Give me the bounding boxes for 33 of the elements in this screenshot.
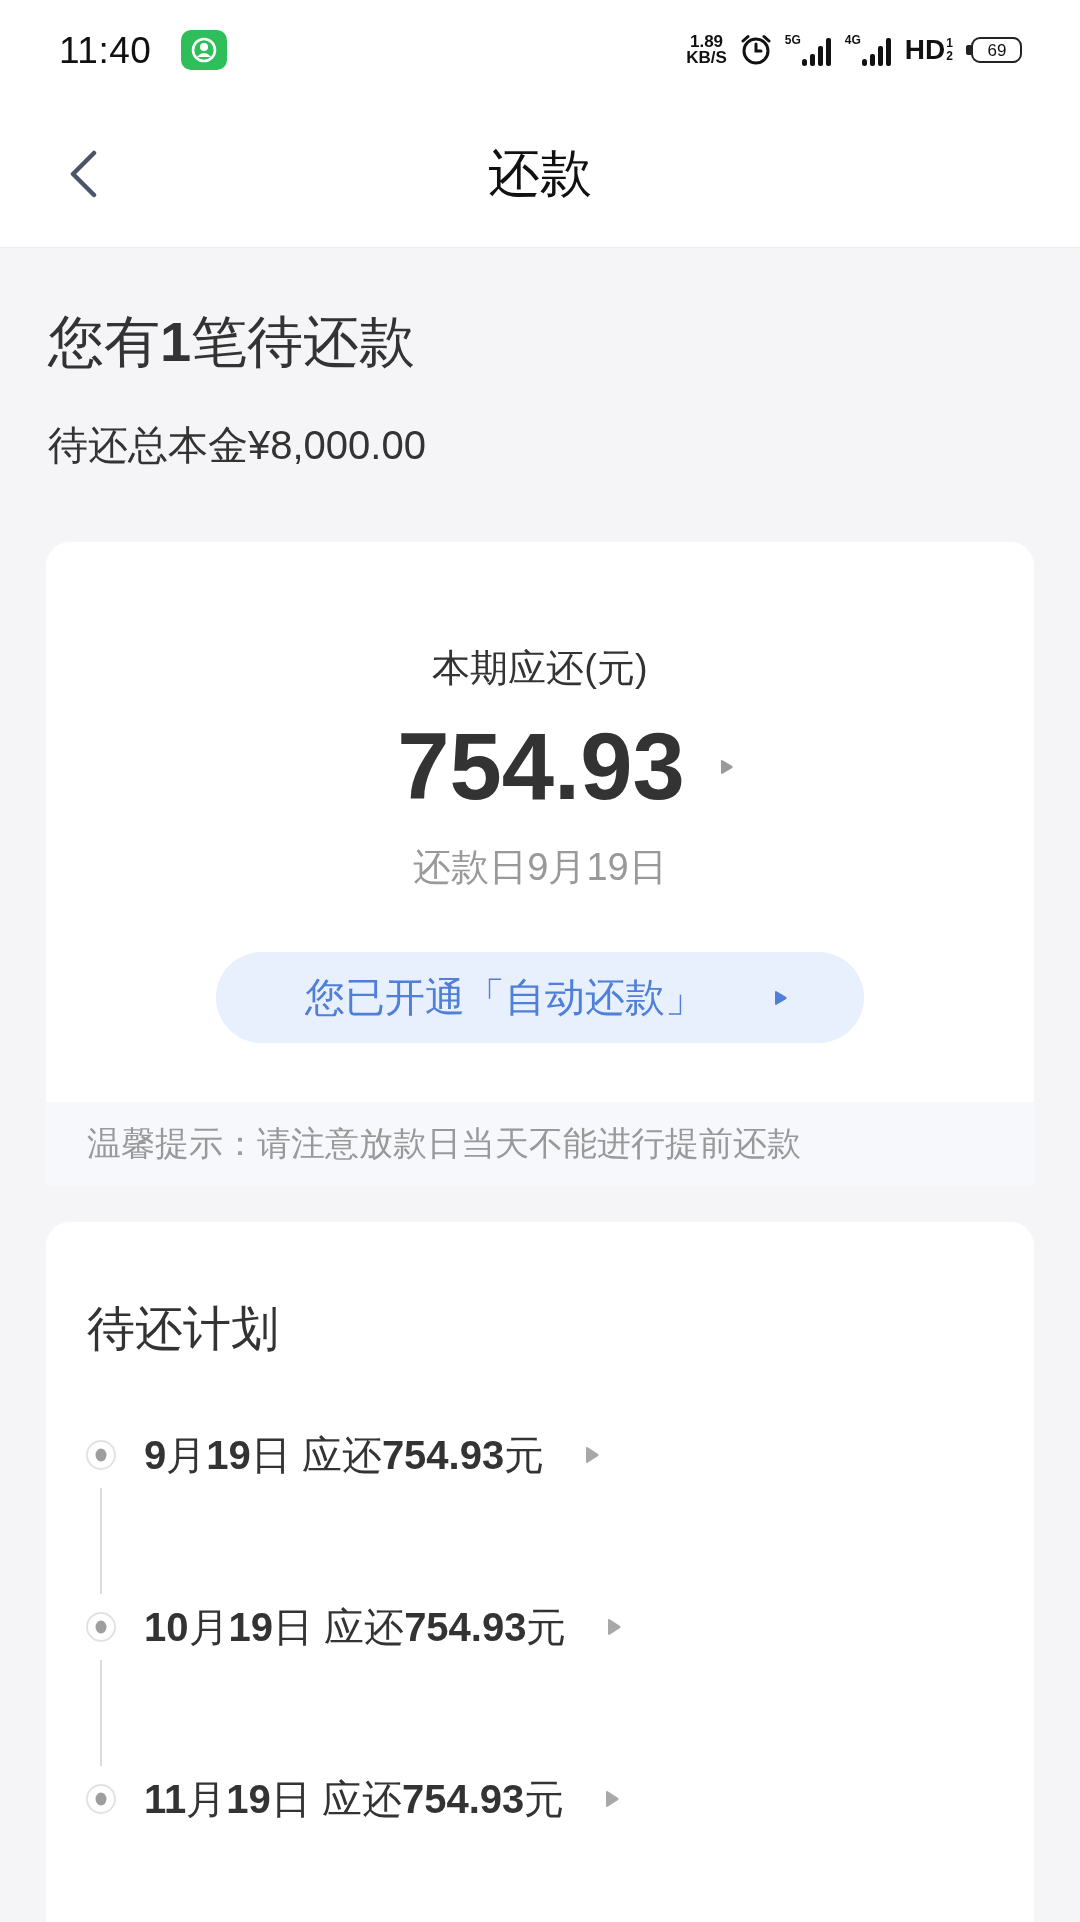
play-triangle-icon bbox=[585, 1446, 599, 1464]
alarm-clock-icon bbox=[739, 34, 772, 66]
timeline-dot-icon bbox=[86, 1440, 116, 1470]
tip-notice: 温馨提示：请注意放款日当天不能进行提前还款 bbox=[46, 1102, 1034, 1186]
timeline-dot-icon bbox=[86, 1784, 116, 1814]
total-principal-text: 待还总本金¥8,000.00 bbox=[48, 422, 427, 469]
bill-amount-label: 本期应还(元) bbox=[432, 646, 648, 691]
hd-voice-label: HD bbox=[904, 36, 946, 64]
bill-amount[interactable]: 754.93 bbox=[397, 715, 685, 819]
sim-slot-number: 1 bbox=[946, 37, 953, 50]
network-speed-value: 1.89 bbox=[689, 34, 724, 50]
play-triangle-icon bbox=[720, 759, 733, 775]
signal-bars-icon bbox=[861, 38, 892, 66]
timeline-dot-icon bbox=[86, 1612, 116, 1642]
pending-count-heading: 您有1笔待还款 bbox=[48, 309, 417, 375]
installment-detail-button[interactable] bbox=[584, 1444, 601, 1466]
due-date-text: 还款日9月19日 bbox=[413, 845, 667, 890]
play-triangle-icon bbox=[607, 1618, 621, 1636]
network-type-label: 4G bbox=[844, 34, 861, 46]
play-triangle-icon bbox=[775, 989, 787, 1006]
play-triangle-icon bbox=[605, 1790, 619, 1808]
person-app-icon bbox=[181, 30, 228, 70]
battery-indicator: 69 bbox=[966, 37, 1022, 63]
network-speed-unit: KB/S bbox=[686, 50, 727, 66]
signal-bars-icon bbox=[801, 38, 832, 66]
network-type-label: 5G bbox=[784, 34, 801, 46]
plan-title: 待还计划 bbox=[87, 1301, 280, 1357]
page-title: 还款 bbox=[488, 143, 592, 205]
installment-detail-button[interactable] bbox=[606, 1616, 623, 1638]
sim-slot-number: 2 bbox=[946, 50, 953, 63]
clock-time: 11:40 bbox=[59, 31, 152, 69]
back-chevron-icon bbox=[68, 149, 98, 198]
installment-detail-button[interactable] bbox=[604, 1788, 621, 1810]
